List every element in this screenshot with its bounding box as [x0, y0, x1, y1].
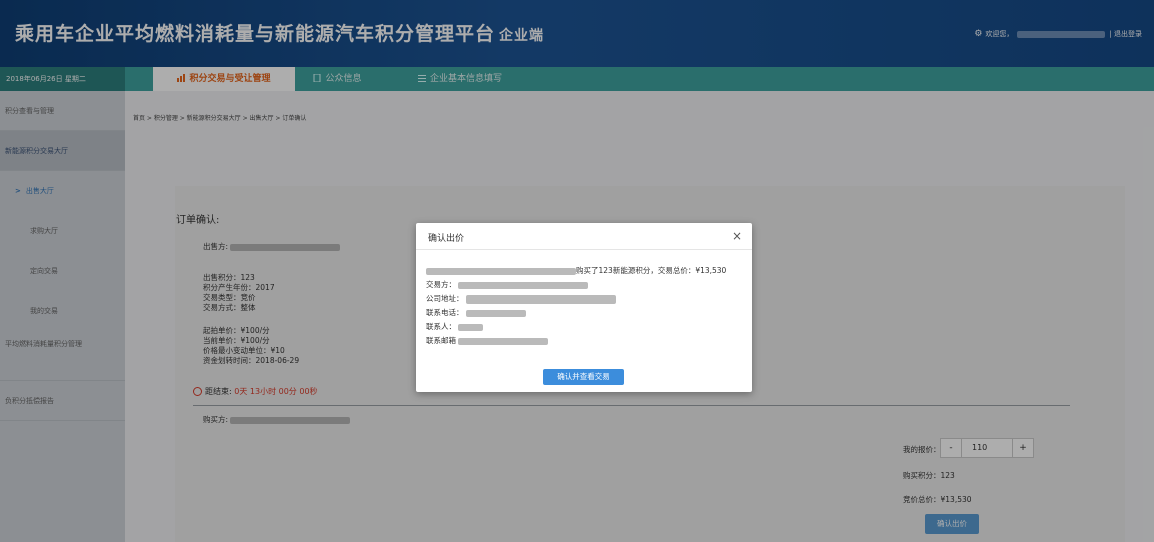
- modal-phone: 联系电话：: [426, 307, 526, 318]
- modal-header: 确认出价 ×: [416, 223, 752, 250]
- phone-redacted: [465, 309, 526, 317]
- contact-label: 联系人：: [426, 322, 456, 331]
- address-redacted: [465, 294, 616, 304]
- phone-label: 联系电话：: [426, 308, 464, 317]
- confirm-view-trade-button[interactable]: 确认并查看交易: [543, 369, 624, 385]
- modal-summary-text: 购买了123新能源积分，交易总价：¥13,530: [576, 266, 727, 275]
- modal-email: 联系邮箱: [426, 335, 548, 346]
- close-icon[interactable]: ×: [732, 229, 742, 243]
- modal-title: 确认出价: [428, 234, 465, 244]
- modal-trade-party: 交易方：: [426, 279, 588, 290]
- modal-summary: 购买了123新能源积分，交易总价：¥13,530: [426, 265, 726, 276]
- address-label: 公司地址：: [426, 294, 464, 303]
- modal-contact: 联系人：: [426, 321, 483, 332]
- trade-party-label: 交易方：: [426, 280, 456, 289]
- email-redacted: [458, 337, 548, 345]
- company-redacted: [426, 267, 576, 275]
- modal-address: 公司地址：: [426, 293, 616, 304]
- trade-party-redacted: [458, 281, 588, 289]
- confirm-bid-modal: 确认出价 × 购买了123新能源积分，交易总价：¥13,530 交易方： 公司地…: [416, 223, 752, 392]
- contact-redacted: [458, 323, 483, 331]
- email-label: 联系邮箱: [426, 336, 456, 345]
